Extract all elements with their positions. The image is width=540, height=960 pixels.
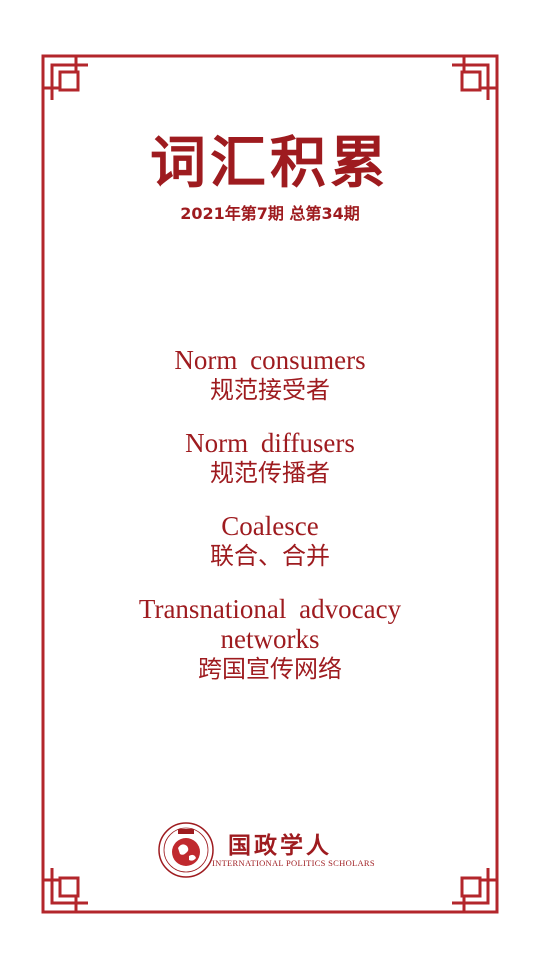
page-title: 词汇积累 <box>150 130 390 196</box>
term-chinese: 联合、合并 <box>210 542 330 570</box>
list-item: Norm consumers 规范接受者 <box>60 345 480 405</box>
list-item: Transnational advocacy networks 跨国宣传网络 <box>60 594 480 684</box>
globe-logo-icon <box>158 822 214 878</box>
term-chinese: 跨国宣传网络 <box>198 655 342 683</box>
brand-name-english: INTERNATIONAL POLITICS SCHOLARS <box>212 858 375 868</box>
issue-info: 2021年第7期 总第34期 <box>180 204 360 223</box>
term-english-continued: networks <box>220 624 320 654</box>
vocabulary-list: Norm consumers 规范接受者 Norm diffusers 规范传播… <box>60 345 480 707</box>
brand-name-chinese: 国政学人 <box>228 833 332 859</box>
term-chinese: 规范接受者 <box>210 376 330 404</box>
list-item: Coalesce 联合、合并 <box>60 511 480 571</box>
term-english: Transnational advocacy <box>138 594 402 624</box>
term-english: Norm diffusers <box>185 428 355 458</box>
term-chinese: 规范传播者 <box>210 459 330 487</box>
list-item: Norm diffusers 规范传播者 <box>60 428 480 488</box>
term-english: Coalesce <box>221 511 319 541</box>
term-english: Norm consumers <box>174 345 366 375</box>
